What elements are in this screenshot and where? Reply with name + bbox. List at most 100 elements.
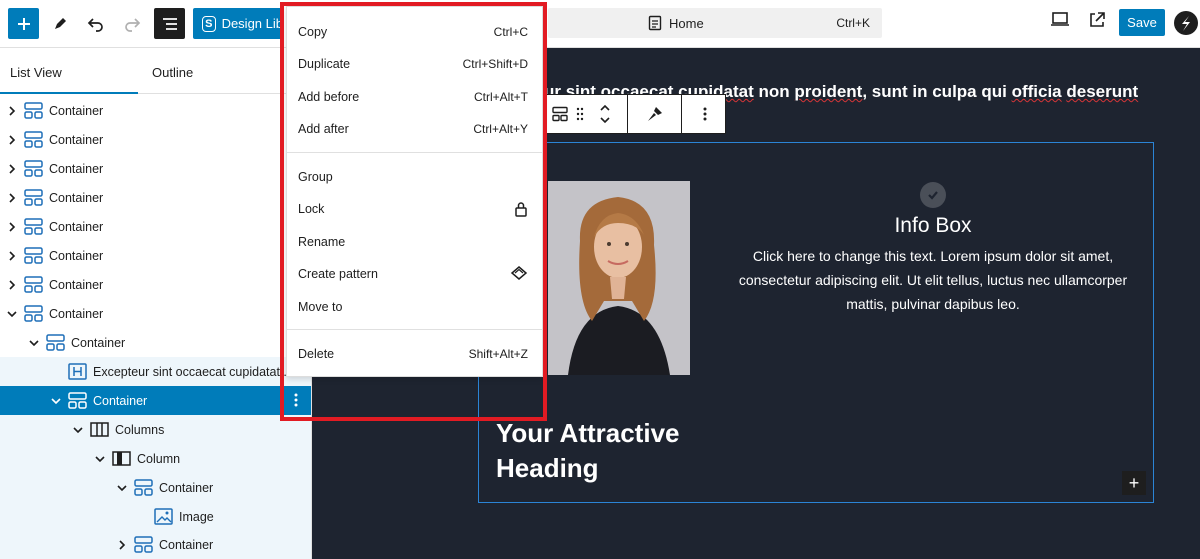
list-view-item-label: Container [49,306,104,321]
list-view-item[interactable]: Container [0,96,311,125]
save-button[interactable]: Save [1119,9,1165,36]
chevron-right-icon[interactable] [8,221,16,232]
move-up-down-buttons[interactable] [595,95,615,133]
container-block-icon [24,160,43,177]
expander[interactable] [6,192,18,204]
image-block-icon [154,508,173,525]
list-view-item[interactable]: Container [0,328,311,357]
portrait-image[interactable] [548,181,690,375]
container-block-icon [24,276,43,293]
expander[interactable] [6,221,18,233]
expander[interactable] [72,424,84,436]
list-view-item-label: Excepteur sint occaecat cupidatat ... [93,364,294,379]
chevron-right-icon[interactable] [118,539,126,550]
chevron-right-icon[interactable] [8,163,16,174]
block-icon [24,102,43,119]
chevron-down-icon[interactable] [7,310,17,318]
desktop-icon [1051,12,1069,26]
block-icon [154,508,173,525]
container-block-icon [46,334,65,351]
sidebar-tabs: List View Outline [0,48,311,94]
view-page-button[interactable] [1088,11,1106,34]
expander[interactable] [116,482,128,494]
device-preview-button[interactable] [1050,11,1070,32]
tools-button[interactable] [44,8,75,39]
expander[interactable] [136,511,148,523]
info-box-block[interactable]: Info Box Click here to change this text.… [720,182,1146,316]
list-view-item[interactable]: Container [0,386,311,415]
redo-button[interactable] [116,8,147,39]
undo-icon [87,17,103,32]
chevron-down-icon[interactable] [117,484,127,492]
design-library-label: Design Lib [221,16,283,31]
add-block-button[interactable] [8,8,39,39]
list-view-item[interactable]: Image [0,502,311,531]
chevron-down-icon[interactable] [73,426,83,434]
block-icon [24,305,43,322]
toolbar-divider [627,95,628,133]
block-more-options-button[interactable] [693,95,717,133]
block-type-button[interactable] [549,95,571,133]
list-view-item-label: Container [49,132,104,147]
container-block-icon [24,131,43,148]
command-palette-bar[interactable]: Home Ctrl+K [548,8,882,38]
block-icon [24,189,43,206]
page-title-text: Home [669,15,704,31]
chevron-right-icon[interactable] [8,192,16,203]
expander[interactable] [6,163,18,175]
list-view-item[interactable]: Container [0,183,311,212]
add-block-inline-button[interactable]: + [1122,471,1146,495]
plugin-settings-button[interactable] [1173,10,1199,36]
list-view-item[interactable]: Container [0,530,311,559]
heading-block[interactable]: Your Attractive Heading [496,416,736,486]
container-block-icon [24,305,43,322]
list-view-item-label: Container [49,248,104,263]
external-link-icon [1090,12,1105,27]
list-view-item[interactable]: Container [0,241,311,270]
chevron-right-icon[interactable] [8,134,16,145]
chevron-right-icon[interactable] [8,105,16,116]
expander[interactable] [6,105,18,117]
expander[interactable] [6,279,18,291]
expander[interactable] [6,308,18,320]
stackable-logo-icon [1174,11,1198,35]
paragraph-word: officia [1011,82,1062,101]
drag-handle-icon [576,107,584,121]
list-view-item[interactable]: Excepteur sint occaecat cupidatat ... [0,357,311,386]
paragraph-mid: non [753,82,795,101]
drag-handle[interactable] [573,95,587,133]
chevron-right-icon[interactable] [8,279,16,290]
list-view-item[interactable]: Columns [0,415,311,444]
list-view-item[interactable]: Column [0,444,311,473]
list-view-item[interactable]: Container [0,125,311,154]
list-view-button[interactable] [154,8,185,39]
paragraph-suffix: , sunt in culpa qui [862,82,1012,101]
expander[interactable] [6,250,18,262]
tab-list-view[interactable]: List View [10,65,62,80]
block-icon [46,334,65,351]
chevron-down-icon[interactable] [51,397,61,405]
columns-block-icon [90,422,109,437]
expander[interactable] [50,395,62,407]
list-view-item[interactable]: Container [0,473,311,502]
list-view-item[interactable]: Container [0,154,311,183]
expander[interactable] [94,453,106,465]
chevron-down-icon[interactable] [95,455,105,463]
chevron-right-icon[interactable] [8,250,16,261]
design-library-button[interactable]: S Design Lib [193,8,283,39]
list-view-item[interactable]: Container [0,299,311,328]
expander[interactable] [116,539,128,551]
undo-button[interactable] [80,8,111,39]
list-view-item[interactable]: Container [0,270,311,299]
active-tab-indicator [0,92,138,94]
expander[interactable] [50,366,62,378]
list-view-item[interactable]: Container [0,212,311,241]
expander[interactable] [28,337,40,349]
copy-styles-button[interactable] [643,95,667,133]
block-icon [68,363,87,380]
expander[interactable] [6,134,18,146]
chevron-down-icon[interactable] [29,339,39,347]
tab-outline[interactable]: Outline [152,65,193,80]
plus-icon [17,17,30,30]
block-icon [134,536,153,553]
